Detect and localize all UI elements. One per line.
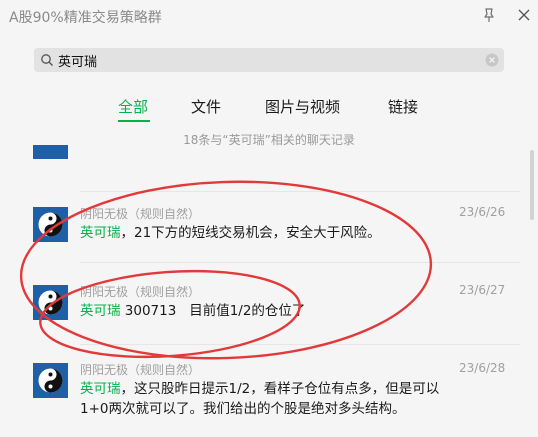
close-icon[interactable]: [515, 6, 533, 24]
divider: [80, 344, 520, 345]
tab-bar: 全部 文件 图片与视频 链接: [0, 96, 538, 122]
clear-search-icon[interactable]: [485, 53, 499, 67]
scrollbar[interactable]: [530, 150, 534, 220]
active-tab-indicator: [118, 120, 150, 122]
search-box[interactable]: [34, 48, 504, 72]
tab-all[interactable]: 全部: [118, 96, 148, 117]
message-date: 23/6/28: [459, 361, 506, 375]
tab-links[interactable]: 链接: [388, 96, 418, 117]
message-sender: 阴阳无极（规则自然）: [80, 285, 201, 299]
message-date: 23/6/27: [459, 283, 506, 297]
yin-yang-icon: [33, 207, 68, 242]
title-bar: A股90%精准交易策略群: [0, 0, 538, 32]
window-title: A股90%精准交易策略群: [9, 10, 162, 26]
keyword-highlight: 英可瑞: [80, 303, 121, 319]
keyword-highlight: 英可瑞: [80, 381, 121, 397]
keyword-highlight: 英可瑞: [80, 225, 121, 241]
tab-files[interactable]: 文件: [191, 96, 221, 117]
message-sender: 阴阳无极（规则自然）: [80, 363, 201, 377]
tab-photos-videos[interactable]: 图片与视频: [265, 96, 340, 117]
message-body: 300713 目前值1/2的仓位了: [120, 303, 306, 319]
search-icon: [41, 54, 53, 66]
yin-yang-icon: [33, 285, 68, 320]
message-list: 阴阳无极（规则自然） 23/6/26 英可瑞，21下方的短线交易机会，安全大于风…: [0, 145, 538, 437]
pin-icon[interactable]: [480, 6, 498, 24]
search-input[interactable]: [58, 50, 478, 70]
message-body: ，这只股昨日提示1/2，看样子仓位有点多，但是可以1+0两次就可以了。我们给出的…: [80, 381, 440, 417]
avatar-partial: [33, 145, 68, 159]
divider: [80, 191, 520, 192]
message-text: 英可瑞 300713 目前值1/2的仓位了: [80, 301, 440, 321]
yin-yang-icon: [33, 363, 68, 398]
divider: [80, 262, 520, 263]
message-body: ，21下方的短线交易机会，安全大于风险。: [120, 225, 381, 241]
message-sender: 阴阳无极（规则自然）: [80, 207, 201, 221]
message-text: 英可瑞，这只股昨日提示1/2，看样子仓位有点多，但是可以1+0两次就可以了。我们…: [80, 379, 440, 419]
message-text: 英可瑞，21下方的短线交易机会，安全大于风险。: [80, 223, 440, 243]
message-date: 23/6/26: [459, 205, 506, 219]
